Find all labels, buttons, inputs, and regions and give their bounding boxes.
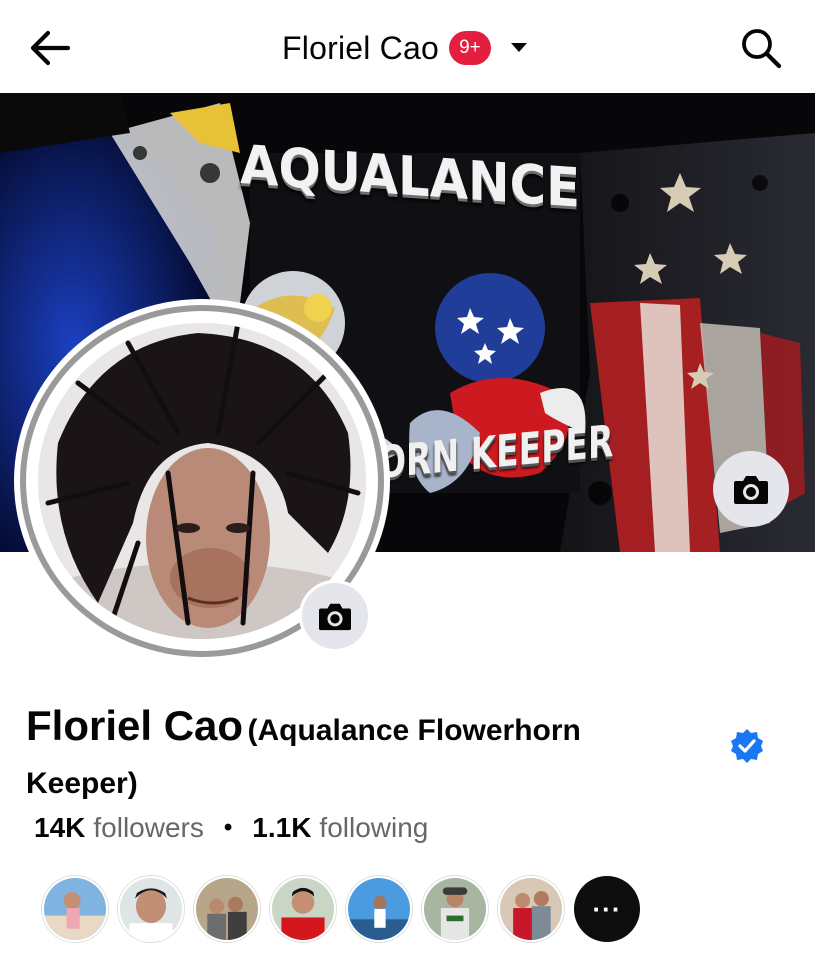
following-link[interactable]: 1.1K following xyxy=(252,812,428,844)
follower-avatar[interactable] xyxy=(346,876,412,942)
caret-down-icon xyxy=(510,43,527,52)
follower-avatar[interactable] xyxy=(498,876,564,942)
followers-preview: ··· xyxy=(42,876,640,942)
camera-icon xyxy=(319,603,351,631)
verified-badge-icon xyxy=(731,729,763,763)
follower-avatar[interactable] xyxy=(422,876,488,942)
more-followers-button[interactable]: ··· xyxy=(574,876,640,942)
follower-avatar[interactable] xyxy=(270,876,336,942)
followers-link[interactable]: 14K followers xyxy=(34,812,204,844)
stats-separator: • xyxy=(223,814,233,841)
follower-avatar[interactable] xyxy=(118,876,184,942)
page-title: Floriel Cao xyxy=(282,29,439,66)
camera-icon xyxy=(734,476,768,504)
edit-cover-photo-button[interactable] xyxy=(713,451,789,527)
following-count: 1.1K xyxy=(252,812,312,843)
follow-stats: 14K followers • 1.1K following xyxy=(34,812,428,844)
follower-avatar[interactable] xyxy=(194,876,260,942)
edit-profile-picture-button[interactable] xyxy=(299,580,371,652)
top-bar: Floriel Cao 9+ xyxy=(0,0,815,93)
notification-badge: 9+ xyxy=(448,31,491,65)
follower-avatar[interactable] xyxy=(42,876,108,942)
search-button[interactable] xyxy=(733,20,789,76)
profile-name: Floriel Cao (Aqualance Flowerhorn Keeper… xyxy=(26,702,666,813)
followers-label: followers xyxy=(93,812,204,843)
search-icon xyxy=(742,29,782,69)
account-dropdown-button[interactable] xyxy=(505,34,533,62)
display-name: Floriel Cao xyxy=(26,702,244,749)
followers-count: 14K xyxy=(34,812,86,843)
profile-name-block: Floriel Cao (Aqualance Flowerhorn Keeper… xyxy=(26,702,666,813)
following-label: following xyxy=(319,812,429,843)
profile-title-switcher[interactable]: Floriel Cao 9+ xyxy=(0,26,815,70)
